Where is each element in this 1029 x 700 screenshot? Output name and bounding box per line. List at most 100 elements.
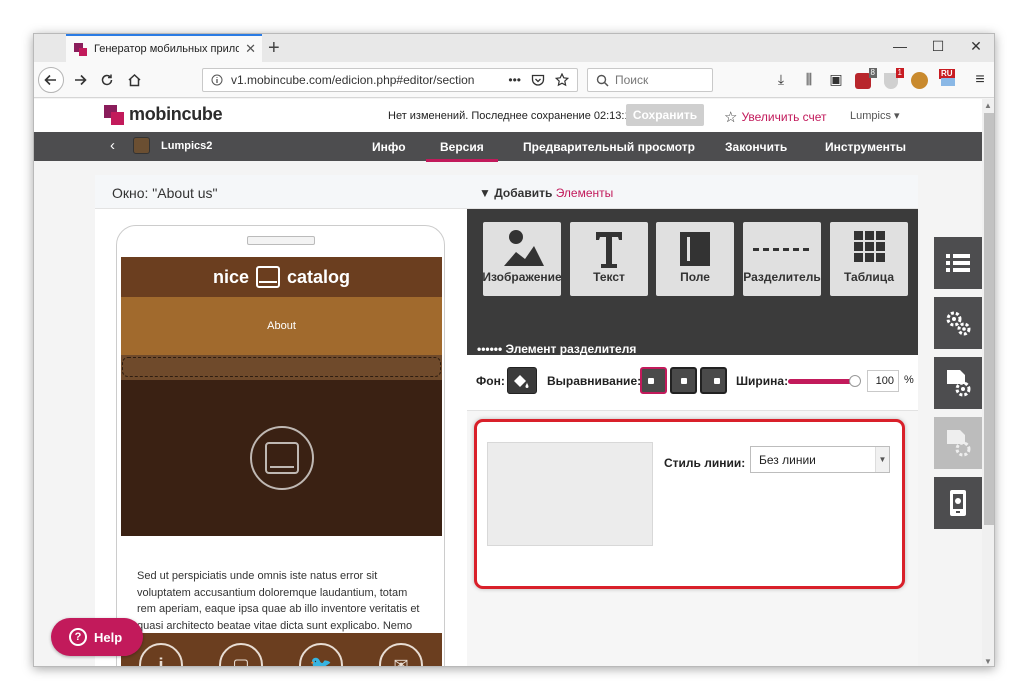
alignment-label: Выравнивание: [547,374,642,388]
table-icon [854,231,885,262]
window-title: Окно: "About us" [112,185,218,201]
add-elements-toggle[interactable]: ▼ Добавить Элементы [479,186,613,200]
shield-extension-icon[interactable]: 1 [884,68,904,89]
mobincube-logo[interactable]: mobincube [104,104,223,125]
url-text: v1.mobincube.com/edicion.php#editor/sect… [231,73,475,87]
back-button[interactable] [38,67,64,93]
forward-arrow-icon [75,74,87,86]
reload-icon [101,74,113,86]
pocket-icon[interactable] [531,74,545,87]
logo-mark-icon [104,104,124,125]
width-slider-knob[interactable] [849,375,861,387]
new-tab-button[interactable]: + [268,36,280,60]
upgrade-account-link[interactable]: ☆ Увеличить счет [724,108,827,126]
divider-selection-outline [122,357,441,377]
header-text-left: nice [212,266,249,287]
browser-tab[interactable]: Генератор мобильных прило ✕ [66,34,262,62]
mail-circle-icon[interactable]: ✉ [379,643,423,666]
align-center-button[interactable] [670,367,697,394]
width-slider[interactable] [788,375,861,387]
align-right-button[interactable] [700,367,727,394]
menu-icon[interactable]: ≡ [970,71,990,89]
mobile-preview-tool-button[interactable] [934,477,982,529]
catalog-circle-icon[interactable]: ▢ [219,643,263,666]
text-icon [596,232,622,268]
page-settings-tool-button[interactable] [934,357,982,409]
ublock-badge: 8 [868,68,877,78]
browser-toolbar: v1.mobincube.com/edicion.php#editor/sect… [34,62,994,98]
monkey-extension-icon[interactable] [911,72,928,89]
maximize-button[interactable]: ☐ [928,38,948,55]
nav-tools[interactable]: Инструменты [825,140,906,154]
reload-button[interactable] [94,67,120,93]
add-table-label: Таблица [843,270,894,284]
line-style-box: Стиль линии: Без линии ▼ [474,419,905,589]
ublock-icon[interactable]: 8 [855,68,877,89]
shield-badge: 1 [895,68,904,78]
user-menu[interactable]: Lumpics ▾ [850,109,900,122]
nav-preview[interactable]: Предварительный просмотр [523,140,695,154]
forward-button[interactable] [67,67,93,93]
add-divider-button[interactable]: Разделитель [743,222,821,296]
scroll-up-icon[interactable]: ▲ [984,101,992,110]
app-nav: ‹ Lumpics2 Инфо Версия Предварительный п… [34,132,982,162]
close-window-button[interactable]: ✕ [966,38,986,55]
page-scrollbar[interactable]: ▲ ▼ [982,99,994,666]
width-label: Ширина: [736,374,789,388]
library-icon[interactable]: ⫼ [799,71,819,88]
about-section[interactable]: About [121,297,442,355]
image-element-preview[interactable] [121,380,442,536]
scroll-thumb[interactable] [984,113,994,525]
settings-tool-button[interactable] [934,297,982,349]
mobile-phone-icon [950,490,966,516]
search-icon [596,74,609,87]
background-fill-button[interactable] [507,367,537,394]
chevron-down-icon[interactable]: ▼ [875,447,889,472]
page-config-tool-button[interactable] [934,417,982,469]
text-element-preview[interactable]: Sed ut perspiciatis unde omnis iste natu… [137,568,427,634]
app-header-preview[interactable]: nice catalog [121,257,442,297]
add-field-label: Поле [680,270,710,284]
help-button[interactable]: ? Help [51,618,143,656]
add-table-button[interactable]: Таблица [830,222,908,296]
add-field-button[interactable]: Поле [656,222,734,296]
info-circle-icon[interactable]: i [139,643,183,666]
bookmark-star-icon[interactable] [555,73,569,87]
save-button[interactable]: Сохранить [626,104,704,126]
twitter-circle-icon[interactable]: 🐦 [299,643,343,666]
search-input[interactable]: Поиск [587,68,713,92]
phone-speaker [247,236,315,245]
image-placeholder-icon [249,426,314,490]
nav-info[interactable]: Инфо [372,140,406,154]
line-style-select[interactable]: Без линии ▼ [750,446,890,473]
nav-version[interactable]: Версия [426,140,498,162]
gears-icon [946,311,971,336]
divider-element-preview[interactable] [121,355,442,380]
footer-icons: i ▢ 🐦 ✉ [121,633,442,666]
align-left-button[interactable] [640,367,667,394]
home-button[interactable] [121,67,147,93]
width-unit: % [904,374,914,386]
address-bar[interactable]: v1.mobincube.com/edicion.php#editor/sect… [202,68,578,92]
element-palette: Изображение Текст Поле Разделитель Табли… [467,209,918,356]
ru-extension-icon[interactable]: RU [939,69,959,87]
page-actions-icon[interactable]: ••• [508,73,521,87]
width-input[interactable]: 100 [867,370,899,392]
tab-close-icon[interactable]: ✕ [245,41,256,57]
elements-link[interactable]: Элементы [556,186,614,200]
add-image-button[interactable]: Изображение [482,222,562,296]
nav-finish[interactable]: Закончить [725,140,787,154]
add-text-button[interactable]: Текст [570,222,648,296]
project-icon [133,137,150,154]
add-image-label: Изображение [482,270,562,284]
add-prefix: ▼ Добавить [479,186,553,200]
scroll-down-icon[interactable]: ▼ [984,657,992,666]
chevron-left-icon[interactable]: ‹ [110,137,115,154]
download-icon[interactable]: ⤓ [771,71,791,88]
add-text-label: Текст [593,270,625,284]
page-config-icon [947,430,971,457]
image-icon [504,230,544,266]
sidebar-icon[interactable]: ▣ [826,71,846,88]
minimize-button[interactable]: — [890,38,910,54]
list-tool-button[interactable] [934,237,982,289]
